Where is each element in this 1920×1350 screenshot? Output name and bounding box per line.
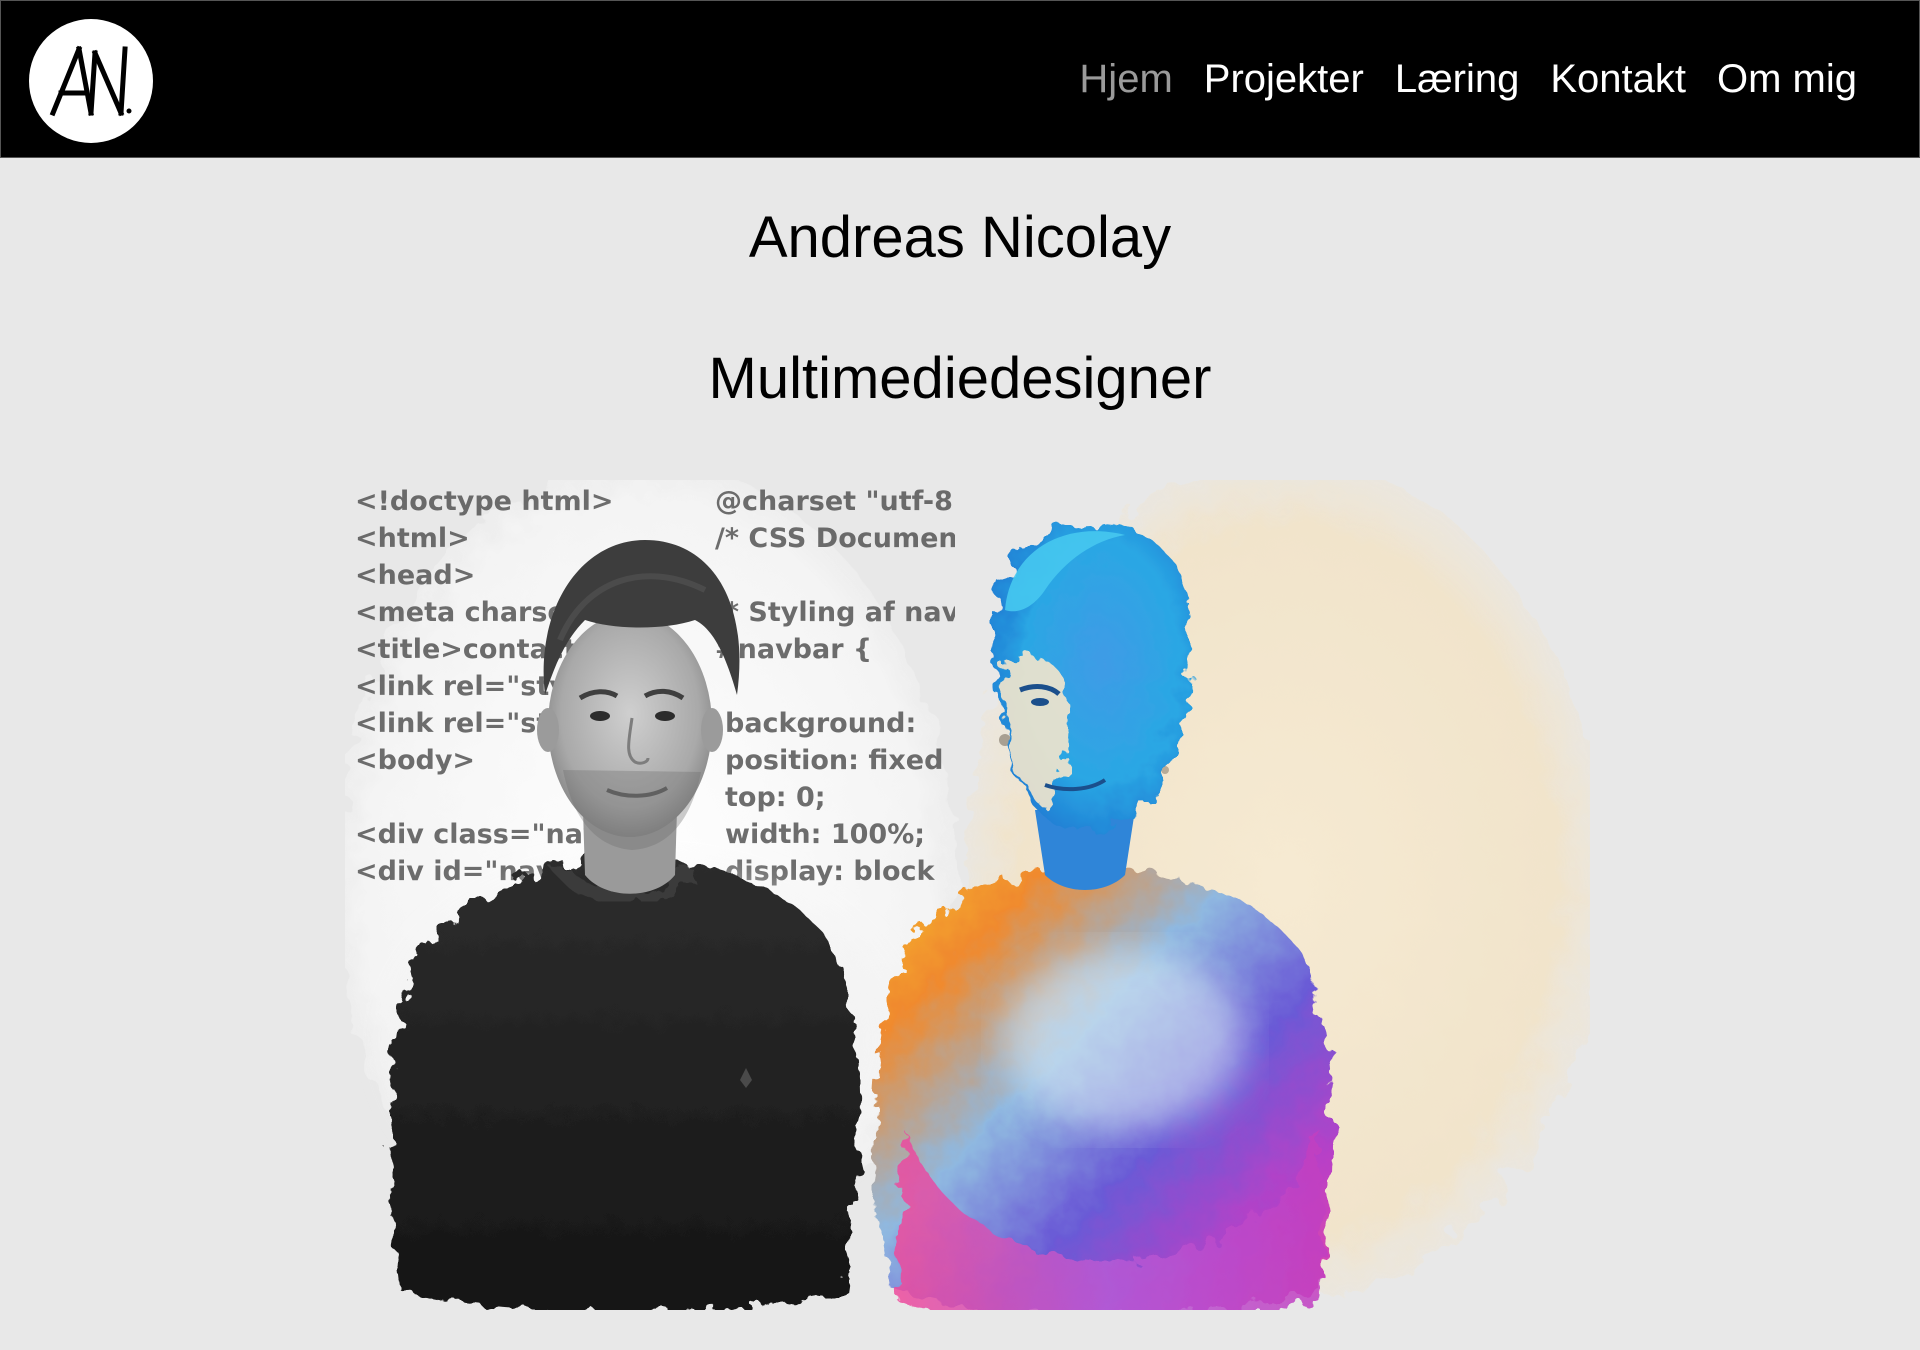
logo-mark-icon (49, 45, 132, 117)
code-line: <!doctype html> (355, 486, 614, 517)
code-line: <title>contact (355, 634, 577, 665)
code-line: background: (725, 708, 916, 739)
code-line: /* CSS Document (715, 523, 971, 554)
nav-item-hjem[interactable]: Hjem (1079, 51, 1172, 107)
code-line: <div class="nav (355, 819, 601, 850)
nav-item-om-mig[interactable]: Om mig (1717, 51, 1857, 107)
page-subtitle: Multimediedesigner (708, 346, 1212, 411)
code-line: width: 100%; (725, 819, 925, 850)
nav-item-projekter[interactable]: Projekter (1204, 51, 1364, 107)
nav-item-laering[interactable]: Læring (1395, 51, 1520, 107)
code-line: /* Styling af nav (715, 597, 960, 628)
nav-item-kontakt[interactable]: Kontakt (1550, 51, 1686, 107)
code-line: @charset "utf-8"; (715, 486, 978, 517)
code-line: <head> (355, 560, 475, 591)
code-line: <body> (355, 745, 475, 776)
hero-image: <!doctype html> <html> <head> <meta char… (345, 480, 1590, 1310)
right-portrait (874, 480, 1590, 1310)
logo[interactable] (29, 19, 153, 143)
code-line: position: fixed (725, 745, 943, 776)
page-title: Andreas Nicolay (748, 205, 1172, 270)
portrait-illustration: <!doctype html> <html> <head> <meta char… (345, 480, 1590, 1310)
main-nav: Hjem Projekter Læring Kontakt Om mig (1079, 51, 1857, 107)
code-line: top: 0; (725, 782, 826, 813)
code-line: display: block (725, 856, 936, 887)
navbar: Hjem Projekter Læring Kontakt Om mig (0, 0, 1920, 158)
code-line: <html> (355, 523, 470, 554)
